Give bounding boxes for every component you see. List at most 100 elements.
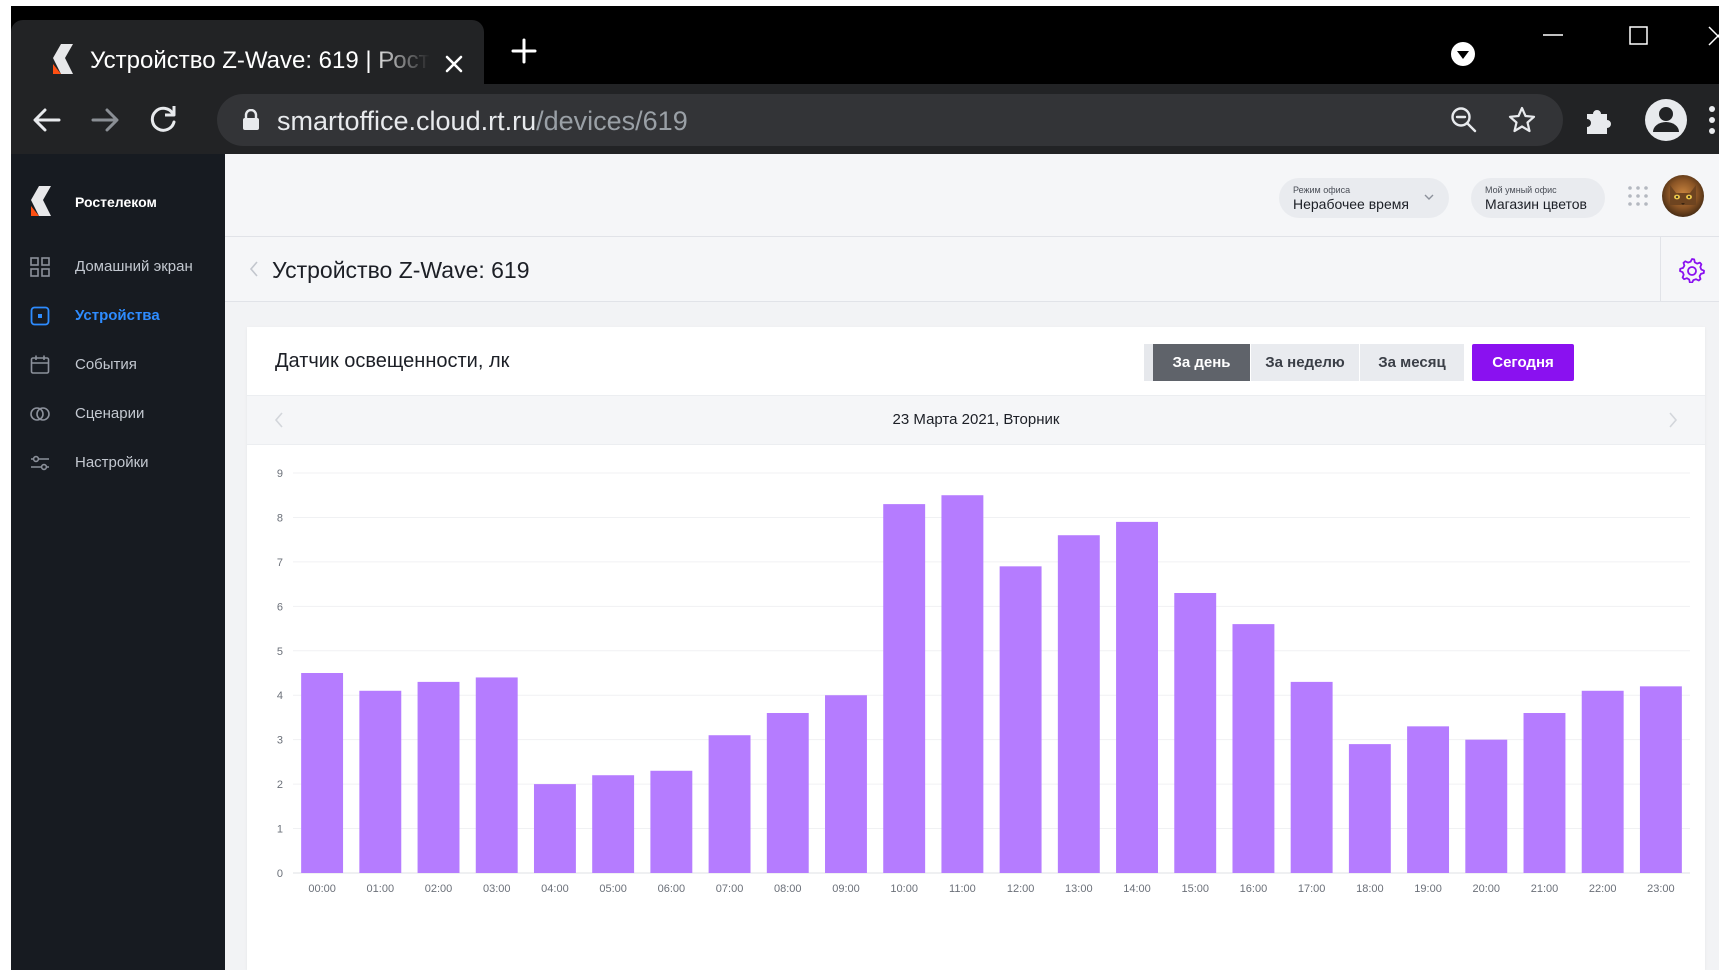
x-tick-label: 21:00	[1531, 883, 1559, 895]
bar-17:00	[1290, 681, 1333, 873]
avatar[interactable]	[1662, 175, 1704, 217]
y-tick-label: 3	[277, 735, 283, 747]
url-text: smartoffice.cloud.rt.ru/devices/619	[277, 106, 688, 137]
range-month-button[interactable]: За месяц	[1360, 344, 1464, 381]
tab-search-icon[interactable]	[1449, 40, 1477, 68]
x-tick-label: 03:00	[483, 883, 511, 895]
range-week-button[interactable]: За неделю	[1251, 344, 1359, 381]
back-chevron-icon[interactable]	[247, 259, 261, 279]
scenario-icon	[30, 407, 50, 421]
x-tick-label: 07:00	[716, 883, 744, 895]
browser-menu-icon[interactable]	[1707, 102, 1717, 138]
tab-strip: Устройство Z-Wave: 619 | Ростелеком	[11, 6, 1719, 84]
grid-icon	[30, 257, 50, 277]
extensions-icon[interactable]	[1583, 104, 1615, 136]
x-tick-label: 05:00	[599, 883, 627, 895]
next-day-icon[interactable]	[1667, 411, 1679, 429]
rostelecom-logo-icon[interactable]	[29, 184, 53, 218]
x-tick-label: 06:00	[658, 883, 686, 895]
profile-icon[interactable]	[1644, 98, 1688, 142]
main-content: Режим офиса Нерабочее время Мой умный оф…	[225, 154, 1719, 970]
sidebar-item-label: Устройства	[75, 307, 160, 324]
browser-toolbar: smartoffice.cloud.rt.ru/devices/619	[11, 84, 1719, 154]
bar-09:00	[825, 695, 867, 873]
reload-icon[interactable]	[145, 102, 181, 138]
sensor-card: Датчик освещенности, лк За день За недел…	[247, 327, 1705, 970]
url-path: /devices/619	[536, 106, 688, 136]
sidebar-item-settings[interactable]: Настройки	[11, 442, 225, 482]
x-tick-label: 16:00	[1240, 883, 1268, 895]
x-tick-label: 22:00	[1589, 883, 1617, 895]
device-settings-button[interactable]	[1660, 237, 1719, 301]
brand-name: Ростелеком	[75, 194, 157, 210]
apps-grid-icon[interactable]	[1626, 184, 1650, 208]
today-button[interactable]: Сегодня	[1472, 344, 1574, 381]
sidebar-item-label: Настройки	[75, 454, 149, 471]
browser-window: Устройство Z-Wave: 619 | Ростелеком	[11, 6, 1719, 970]
bar-06:00	[650, 770, 693, 873]
forward-icon[interactable]	[87, 102, 123, 138]
sidebar-item-devices[interactable]: Устройства	[11, 295, 225, 335]
browser-tab[interactable]: Устройство Z-Wave: 619 | Ростелеком	[11, 20, 484, 84]
x-tick-label: 08:00	[774, 883, 802, 895]
x-tick-label: 04:00	[541, 883, 569, 895]
x-tick-label: 09:00	[832, 883, 860, 895]
x-tick-label: 11:00	[949, 883, 976, 895]
card-title: Датчик освещенности, лк	[275, 350, 510, 372]
back-icon[interactable]	[29, 102, 65, 138]
x-tick-label: 00:00	[308, 883, 336, 895]
rostelecom-logo-icon	[53, 44, 73, 74]
sidebar-item-label: Домашний экран	[75, 258, 193, 275]
bar-16:00	[1232, 624, 1275, 873]
address-bar[interactable]: smartoffice.cloud.rt.ru/devices/619	[217, 94, 1563, 146]
sidebar: Ростелеком Домашний экран Устройства Соб…	[11, 154, 225, 970]
x-tick-label: 17:00	[1298, 883, 1326, 895]
bar-23:00	[1639, 686, 1682, 873]
bar-20:00	[1465, 739, 1508, 873]
tab-title: Устройство Z-Wave: 619 | Ростелеком	[90, 47, 430, 74]
x-tick-label: 14:00	[1123, 883, 1151, 895]
date-label: 23 Марта 2021, Вторник	[892, 411, 1060, 428]
bar-01:00	[359, 690, 402, 873]
x-tick-label: 10:00	[890, 883, 918, 895]
page-title: Устройство Z-Wave: 619	[272, 257, 530, 283]
y-tick-label: 7	[277, 557, 283, 569]
tab-close-icon[interactable]	[440, 50, 468, 78]
x-tick-label: 01:00	[367, 883, 395, 895]
y-tick-label: 9	[277, 468, 283, 480]
office-selector[interactable]: Мой умный офис Магазин цветов	[1471, 178, 1605, 218]
y-tick-label: 1	[277, 824, 283, 836]
range-day-button[interactable]: За день	[1153, 344, 1250, 381]
bar-11:00	[941, 495, 984, 873]
y-tick-label: 4	[277, 690, 283, 702]
zoom-out-icon[interactable]	[1449, 105, 1479, 135]
url-host: smartoffice.cloud.rt.ru	[277, 106, 537, 136]
x-tick-label: 13:00	[1065, 883, 1093, 895]
office-value: Магазин цветов	[1485, 196, 1587, 212]
y-tick-label: 2	[277, 779, 283, 791]
minimize-icon[interactable]	[1533, 22, 1573, 52]
office-mode-caption: Режим офиса	[1293, 185, 1351, 195]
bar-07:00	[708, 735, 751, 873]
y-tick-label: 5	[277, 646, 283, 658]
window-close-icon[interactable]	[1701, 22, 1719, 52]
bar-00:00	[301, 673, 344, 873]
calendar-icon	[30, 355, 50, 374]
bookmark-star-icon[interactable]	[1507, 105, 1537, 135]
office-mode-dropdown[interactable]: Режим офиса Нерабочее время	[1279, 178, 1449, 218]
device-icon	[30, 306, 50, 326]
sidebar-item-events[interactable]: События	[11, 344, 225, 384]
date-navigator: 23 Марта 2021, Вторник	[247, 395, 1705, 445]
sidebar-item-scenarios[interactable]: Сценарии	[11, 393, 225, 433]
x-tick-label: 20:00	[1473, 883, 1501, 895]
sidebar-item-home[interactable]: Домашний экран	[11, 246, 225, 286]
maximize-icon[interactable]	[1618, 22, 1658, 52]
y-tick-label: 8	[277, 512, 283, 524]
x-tick-label: 18:00	[1356, 883, 1384, 895]
bar-08:00	[766, 713, 809, 873]
bar-10:00	[883, 504, 926, 873]
new-tab-icon[interactable]	[509, 36, 539, 66]
bar-04:00	[533, 784, 576, 873]
y-tick-label: 0	[277, 868, 283, 880]
office-caption: Мой умный офис	[1485, 185, 1557, 195]
